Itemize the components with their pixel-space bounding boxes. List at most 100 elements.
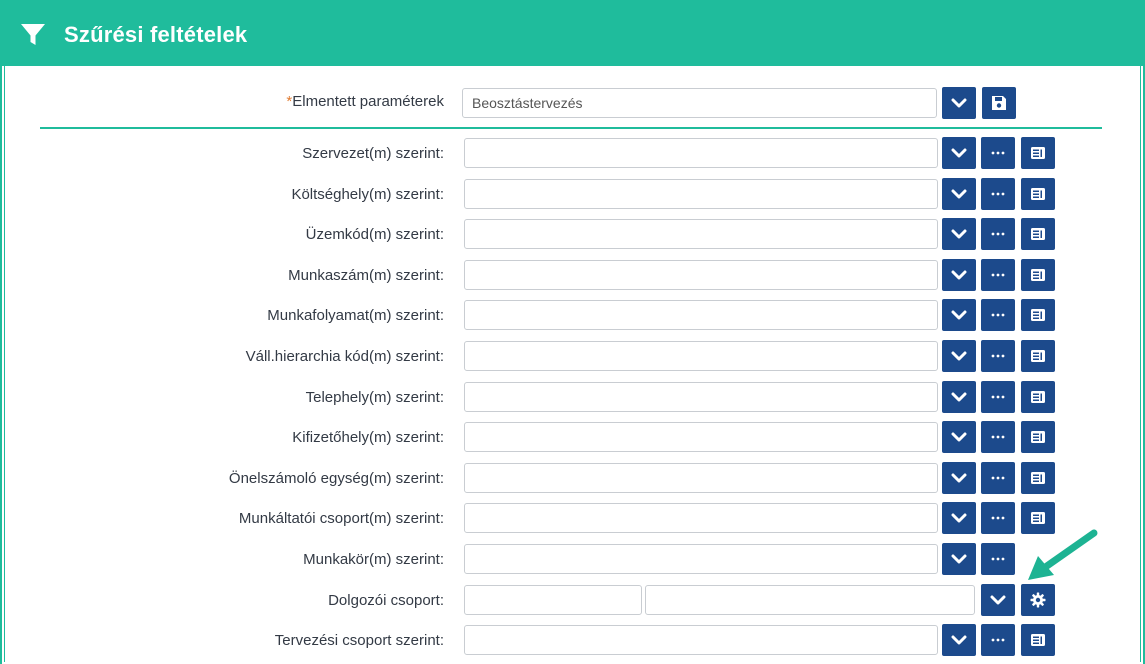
save-params-button[interactable]: [982, 87, 1016, 119]
input-kifizetohely-m-szerint[interactable]: [464, 422, 938, 452]
input-dolgozoi-csoport-name[interactable]: [645, 585, 975, 615]
browse-button-munkaszam-m-szerint[interactable]: [981, 259, 1015, 291]
dropdown-button-munkafolyamat-m-szerint[interactable]: [942, 299, 976, 331]
chevron-down-icon: [951, 351, 967, 362]
dropdown-button-tervezesi-csoport-szerint[interactable]: [942, 624, 976, 656]
label-munkaltatoi-csoport-m-szerint: Munkáltatói csoport(m) szerint:: [239, 510, 444, 527]
ellipsis-icon: [990, 191, 1006, 197]
dropdown-button-munkaltatoi-csoport-m-szerint[interactable]: [942, 502, 976, 534]
ellipsis-icon: [990, 475, 1006, 481]
browse-button-szervezet-m-szerint[interactable]: [981, 137, 1015, 169]
browse-button-vall-hierarchia-kod-m-szerint[interactable]: [981, 340, 1015, 372]
input-koltseghely-m-szerint[interactable]: [464, 179, 938, 209]
list-button-munkaszam-m-szerint[interactable]: [1021, 259, 1055, 291]
list-button-tervezesi-csoport-szerint[interactable]: [1021, 624, 1055, 656]
chevron-down-icon: [951, 148, 967, 159]
input-vall-hierarchia-kod-m-szerint[interactable]: [464, 341, 938, 371]
browse-button-munkakor-m-szerint[interactable]: [981, 543, 1015, 575]
label-munkaszam-m-szerint: Munkaszám(m) szerint:: [288, 267, 444, 284]
save-icon: [991, 95, 1007, 111]
dropdown-button-koltseghely-m-szerint[interactable]: [942, 178, 976, 210]
browse-button-telephely-m-szerint[interactable]: [981, 381, 1015, 413]
label-telephely-m-szerint: Telephely(m) szerint:: [306, 389, 444, 406]
chevron-down-icon: [951, 513, 967, 524]
browse-button-tervezesi-csoport-szerint[interactable]: [981, 624, 1015, 656]
chevron-down-icon: [990, 595, 1006, 606]
list-icon: [1031, 350, 1045, 362]
list-button-kifizetohely-m-szerint[interactable]: [1021, 421, 1055, 453]
saved-params-dropdown-button[interactable]: [942, 87, 976, 119]
input-munkaltatoi-csoport-m-szerint[interactable]: [464, 503, 938, 533]
list-button-koltseghely-m-szerint[interactable]: [1021, 178, 1055, 210]
list-icon: [1031, 472, 1045, 484]
input-telephely-m-szerint[interactable]: [464, 382, 938, 412]
chevron-down-icon: [951, 98, 967, 109]
list-icon: [1031, 634, 1045, 646]
gear-icon: [1030, 592, 1046, 608]
ellipsis-icon: [990, 637, 1006, 643]
ellipsis-icon: [990, 150, 1006, 156]
label-kifizetohely-m-szerint: Kifizetőhely(m) szerint:: [292, 429, 444, 446]
list-button-onelszamolo-egyseg-m-szerint[interactable]: [1021, 462, 1055, 494]
dropdown-button-uzemkod-m-szerint[interactable]: [942, 218, 976, 250]
list-icon: [1031, 391, 1045, 403]
ellipsis-icon: [990, 515, 1006, 521]
input-szervezet-m-szerint[interactable]: [464, 138, 938, 168]
label-onelszamolo-egyseg-m-szerint: Önelszámoló egység(m) szerint:: [229, 470, 444, 487]
browse-button-munkaltatoi-csoport-m-szerint[interactable]: [981, 502, 1015, 534]
saved-params-select[interactable]: Beosztástervezés: [462, 88, 937, 118]
browse-button-onelszamolo-egyseg-m-szerint[interactable]: [981, 462, 1015, 494]
chevron-down-icon: [951, 392, 967, 403]
chevron-down-icon: [951, 270, 967, 281]
list-icon: [1031, 228, 1045, 240]
list-button-munkafolyamat-m-szerint[interactable]: [1021, 299, 1055, 331]
list-button-szervezet-m-szerint[interactable]: [1021, 137, 1055, 169]
section-divider: [40, 127, 1102, 129]
ellipsis-icon: [990, 272, 1006, 278]
input-tervezesi-csoport-szerint[interactable]: [464, 625, 938, 655]
dropdown-button-munkakor-m-szerint[interactable]: [942, 543, 976, 575]
browse-button-uzemkod-m-szerint[interactable]: [981, 218, 1015, 250]
chevron-down-icon: [951, 229, 967, 240]
ellipsis-icon: [990, 434, 1006, 440]
label-dolgozoi-csoport: Dolgozói csoport:: [328, 592, 444, 609]
chevron-down-icon: [951, 554, 967, 565]
saved-params-label: *Elmentett paraméterek: [286, 93, 444, 110]
list-icon: [1031, 431, 1045, 443]
panel-header: Szűrési feltételek: [2, 2, 1143, 66]
ellipsis-icon: [990, 394, 1006, 400]
chevron-down-icon: [951, 310, 967, 321]
input-dolgozoi-csoport-code[interactable]: [464, 585, 642, 615]
browse-button-munkafolyamat-m-szerint[interactable]: [981, 299, 1015, 331]
list-icon: [1031, 269, 1045, 281]
list-icon: [1031, 309, 1045, 321]
input-uzemkod-m-szerint[interactable]: [464, 219, 938, 249]
dropdown-button-telephely-m-szerint[interactable]: [942, 381, 976, 413]
ellipsis-icon: [990, 312, 1006, 318]
dropdown-button-kifizetohely-m-szerint[interactable]: [942, 421, 976, 453]
list-icon: [1031, 188, 1045, 200]
list-button-uzemkod-m-szerint[interactable]: [1021, 218, 1055, 250]
dropdown-button-munkaszam-m-szerint[interactable]: [942, 259, 976, 291]
chevron-down-icon: [951, 473, 967, 484]
dropdown-button-szervezet-m-szerint[interactable]: [942, 137, 976, 169]
input-munkaszam-m-szerint[interactable]: [464, 260, 938, 290]
dropdown-button-onelszamolo-egyseg-m-szerint[interactable]: [942, 462, 976, 494]
chevron-down-icon: [951, 189, 967, 200]
label-munkakor-m-szerint: Munkakör(m) szerint:: [303, 551, 444, 568]
input-munkafolyamat-m-szerint[interactable]: [464, 300, 938, 330]
list-button-vall-hierarchia-kod-m-szerint[interactable]: [1021, 340, 1055, 372]
chevron-down-icon: [951, 635, 967, 646]
label-tervezesi-csoport-szerint: Tervezési csoport szerint:: [275, 632, 444, 649]
label-uzemkod-m-szerint: Üzemkód(m) szerint:: [306, 226, 444, 243]
browse-button-kifizetohely-m-szerint[interactable]: [981, 421, 1015, 453]
dropdown-button-vall-hierarchia-kod-m-szerint[interactable]: [942, 340, 976, 372]
browse-button-koltseghely-m-szerint[interactable]: [981, 178, 1015, 210]
input-munkakor-m-szerint[interactable]: [464, 544, 938, 574]
list-button-telephely-m-szerint[interactable]: [1021, 381, 1055, 413]
input-onelszamolo-egyseg-m-szerint[interactable]: [464, 463, 938, 493]
label-munkafolyamat-m-szerint: Munkafolyamat(m) szerint:: [267, 307, 444, 324]
list-icon: [1031, 512, 1045, 524]
dropdown-button-dolgozoi-csoport[interactable]: [981, 584, 1015, 616]
arrow-annotation-icon: [1020, 528, 1100, 589]
